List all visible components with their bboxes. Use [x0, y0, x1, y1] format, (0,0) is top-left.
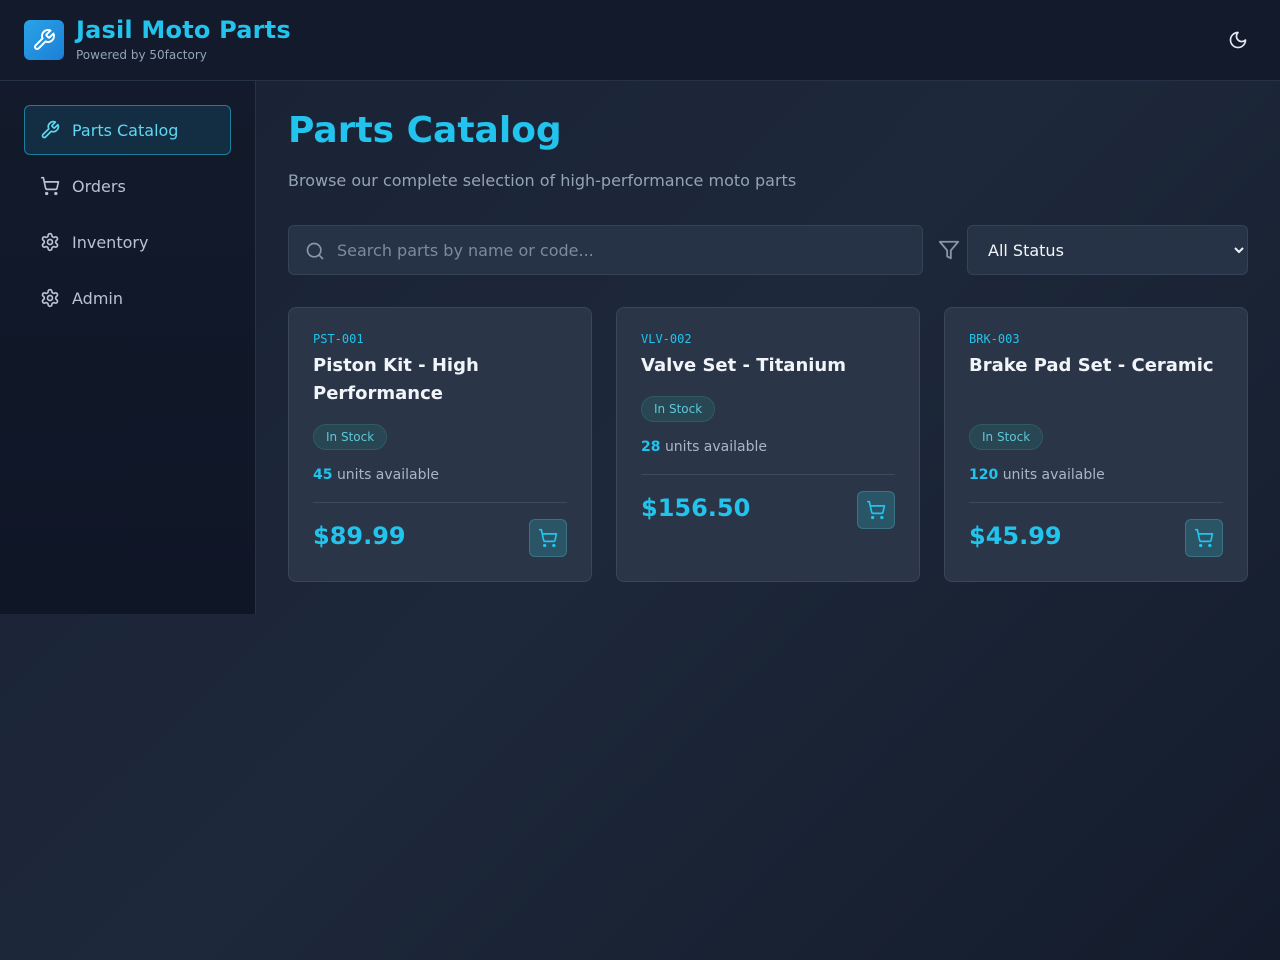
- product-card: PST-001 Piston Kit - High Performance In…: [288, 307, 592, 582]
- status-badge: In Stock: [969, 424, 1044, 450]
- product-price: $45.99: [969, 522, 1062, 550]
- units-label: units available: [336, 467, 439, 483]
- sidebar-item-parts-catalog[interactable]: Parts Catalog: [24, 105, 231, 155]
- filter-icon: [938, 239, 960, 261]
- add-to-cart-button[interactable]: [1185, 519, 1223, 557]
- sidebar-item-admin[interactable]: Admin: [24, 273, 231, 323]
- units-count: 45: [313, 467, 333, 483]
- card-divider: [313, 502, 567, 503]
- add-to-cart-button[interactable]: [857, 491, 895, 529]
- search-input[interactable]: [337, 226, 917, 274]
- units-available: 45 units available: [313, 467, 439, 483]
- product-code: VLV-002: [641, 332, 692, 346]
- units-label: units available: [1002, 467, 1105, 483]
- moon-icon: [1229, 31, 1247, 49]
- units-available: 28 units available: [641, 439, 767, 455]
- app-subtitle: Powered by 50factory: [76, 48, 207, 62]
- sidebar-item-label: Inventory: [72, 232, 149, 252]
- product-card: VLV-002 Valve Set - Titanium In Stock 28…: [616, 307, 920, 582]
- units-count: 28: [641, 439, 661, 455]
- product-price: $156.50: [641, 494, 751, 522]
- product-name: Brake Pad Set - Ceramic: [969, 355, 1214, 376]
- sidebar-item-orders[interactable]: Orders: [24, 161, 231, 211]
- page-subtitle: Browse our complete selection of high-pe…: [288, 171, 797, 190]
- sidebar-item-label: Orders: [72, 176, 126, 196]
- cart-icon: [538, 528, 558, 548]
- cart-icon: [1194, 528, 1214, 548]
- status-badge: In Stock: [313, 424, 388, 450]
- product-name: Piston Kit - High Performance: [313, 355, 479, 404]
- product-card: BRK-003 Brake Pad Set - Ceramic In Stock…: [944, 307, 1248, 582]
- units-label: units available: [664, 439, 767, 455]
- status-filter-select[interactable]: All Status: [967, 225, 1248, 275]
- product-price: $89.99: [313, 522, 406, 550]
- sidebar-item-label: Admin: [72, 288, 123, 308]
- theme-toggle-button[interactable]: [1222, 24, 1254, 56]
- card-divider: [969, 502, 1223, 503]
- cart-icon: [40, 176, 60, 196]
- sidebar-item-inventory[interactable]: Inventory: [24, 217, 231, 267]
- logo: [24, 20, 64, 60]
- search-box: [288, 225, 923, 275]
- units-available: 120 units available: [969, 467, 1105, 483]
- product-name: Valve Set - Titanium: [641, 355, 847, 376]
- units-count: 120: [969, 467, 999, 483]
- gear-icon: [40, 232, 60, 252]
- search-icon: [305, 241, 325, 261]
- card-divider: [641, 474, 895, 475]
- app-header: Jasil Moto Parts Powered by 50factory: [0, 0, 1280, 81]
- app-title: Jasil Moto Parts: [76, 16, 291, 44]
- sidebar-item-label: Parts Catalog: [72, 120, 179, 140]
- cart-icon: [866, 500, 886, 520]
- page-title: Parts Catalog: [288, 110, 562, 151]
- sidebar: Parts Catalog Orders Inventory Admin: [0, 81, 256, 614]
- status-badge: In Stock: [641, 396, 716, 422]
- add-to-cart-button[interactable]: [529, 519, 567, 557]
- product-code: BRK-003: [969, 332, 1020, 346]
- wrench-icon: [40, 120, 60, 140]
- gear-icon: [40, 288, 60, 308]
- product-code: PST-001: [313, 332, 364, 346]
- wrench-icon: [34, 29, 55, 50]
